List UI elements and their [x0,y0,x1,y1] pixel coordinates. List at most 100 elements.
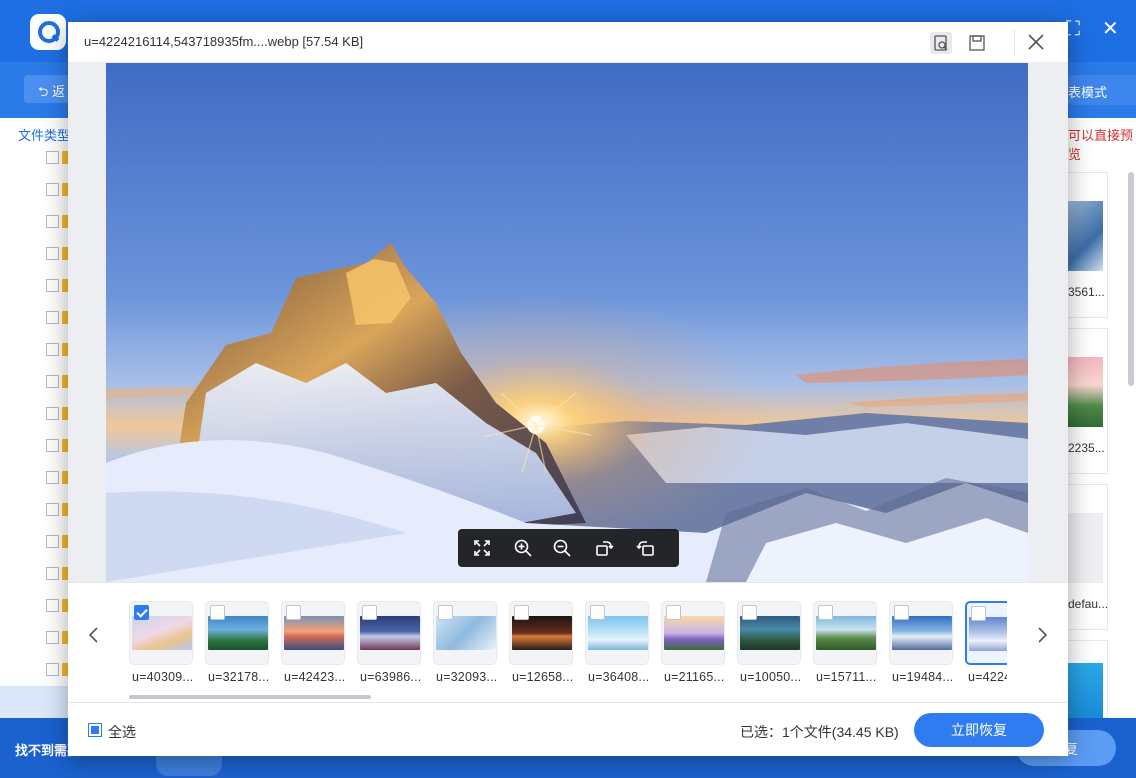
select-all-checkbox[interactable] [88,723,102,737]
file-card[interactable]: 2235... [1068,328,1108,474]
tree-row[interactable] [46,279,68,293]
thumbnail-item[interactable]: u=19484... [889,601,953,689]
thumbnail-item[interactable]: u=15711... [813,601,877,689]
tree-row[interactable] [46,247,68,261]
tree-checkbox[interactable] [46,375,59,388]
tree-row[interactable] [46,183,68,197]
list-scrollbar[interactable] [1128,172,1134,386]
thumbnail-item[interactable]: u=12658... [509,601,573,689]
thumbnail-checkbox[interactable] [514,605,529,620]
thumbnail-frame[interactable] [281,601,345,665]
thumbnail-item[interactable]: u=40309... [129,601,193,689]
tree-row[interactable] [46,311,68,325]
thumbnail-frame[interactable] [357,601,421,665]
tree-checkbox[interactable] [46,407,59,420]
tree-checkbox[interactable] [46,567,59,580]
thumbnail-frame[interactable] [965,601,1007,665]
tree-row[interactable] [46,439,68,453]
thumbnail-checkbox[interactable] [438,605,453,620]
tree-row[interactable] [46,663,68,677]
tree-checkbox[interactable] [46,663,59,676]
tree-row[interactable] [46,631,68,645]
tree-checkbox[interactable] [46,535,59,548]
recover-now-button[interactable]: 立即恢复 [914,713,1044,747]
tree-checkbox[interactable] [46,471,59,484]
tree-checkbox[interactable] [46,151,59,164]
thumbnail-checkbox[interactable] [894,605,909,620]
thumbnail-name: u=21165... [664,670,725,684]
tree-checkbox[interactable] [46,599,59,612]
thumbnail-frame[interactable] [205,601,269,665]
thumbnail-frame[interactable] [433,601,497,665]
app-close-icon[interactable]: ✕ [1102,18,1119,40]
thumbnail-checkbox[interactable] [742,605,757,620]
file-card-image [1068,357,1103,427]
rotate-right-icon[interactable] [594,538,614,558]
thumbnail-item[interactable]: u=36408... [585,601,649,689]
tree-checkbox[interactable] [46,247,59,260]
tree-checkbox[interactable] [46,311,59,324]
thumbnail-checkbox[interactable] [666,605,681,620]
tree-row[interactable] [46,503,68,517]
thumbnail-checkbox[interactable] [818,605,833,620]
thumbnail-frame[interactable] [737,601,801,665]
thumbnail-name: u=12658... [512,670,574,684]
thumbnail-item[interactable]: u=32178... [205,601,269,689]
tree-checkbox[interactable] [46,279,59,292]
tree-row[interactable] [46,535,68,549]
thumbnail-checkbox[interactable] [286,605,301,620]
thumbnail-scrollbar[interactable] [129,695,371,699]
thumbnail-checkbox[interactable] [590,605,605,620]
tree-checkbox[interactable] [46,503,59,516]
thumbnail-checkbox[interactable] [971,606,986,621]
thumbnail-frame[interactable] [129,601,193,665]
tree-row[interactable] [46,471,68,485]
tree-row[interactable] [46,375,68,389]
thumbnail-item[interactable]: u=42423... [281,601,345,689]
thumbnail-checkbox[interactable] [362,605,377,620]
list-mode-button[interactable]: 表模式 [1060,75,1136,105]
preview-image[interactable] [106,63,1028,582]
thumbnail-image [664,616,724,650]
thumbnail-checkbox[interactable] [134,605,149,620]
thumbnail-item[interactable]: u=21165... [661,601,725,689]
tree-selected-row[interactable] [0,686,68,718]
zoom-out-icon[interactable] [552,538,572,558]
maximize-icon[interactable]: ⛶ [1066,18,1080,40]
thumbnail-item[interactable]: u=63986... [357,601,421,689]
file-card[interactable]: 3561... [1068,172,1108,318]
thumbnail-image [816,616,876,650]
tree-row[interactable] [46,599,68,613]
tree-row[interactable] [46,567,68,581]
tree-row[interactable] [46,343,68,357]
close-icon[interactable] [1024,30,1048,54]
thumbnail-item[interactable]: u=10050... [737,601,801,689]
chevron-left-icon[interactable] [86,625,102,645]
thumbnail-name: u=40309... [132,670,194,684]
chevron-right-icon[interactable] [1034,625,1050,645]
tree-checkbox[interactable] [46,439,59,452]
thumbnail-item[interactable]: u=32093... [433,601,497,689]
locate-file-icon[interactable] [930,32,952,54]
thumbnail-frame[interactable] [813,601,877,665]
save-icon[interactable] [966,32,988,54]
fullscreen-icon[interactable] [472,538,492,558]
tree-row[interactable] [46,215,68,229]
tree-row[interactable] [46,151,68,165]
thumbnail-checkbox[interactable] [210,605,225,620]
tree-checkbox[interactable] [46,183,59,196]
file-card[interactable] [1068,640,1108,719]
thumbnail-frame[interactable] [661,601,725,665]
tree-checkbox[interactable] [46,215,59,228]
rotate-left-icon[interactable] [636,538,656,558]
thumbnail-frame[interactable] [509,601,573,665]
thumbnail-frame[interactable] [585,601,649,665]
tree-row[interactable] [46,407,68,421]
zoom-in-icon[interactable] [513,538,533,558]
thumbnail-frame[interactable] [889,601,953,665]
select-all-label[interactable]: 全选 [108,722,136,742]
file-card[interactable]: defau... [1068,484,1108,630]
thumbnail-item[interactable]: u=4224... [965,601,1007,689]
tree-checkbox[interactable] [46,631,59,644]
tree-checkbox[interactable] [46,343,59,356]
